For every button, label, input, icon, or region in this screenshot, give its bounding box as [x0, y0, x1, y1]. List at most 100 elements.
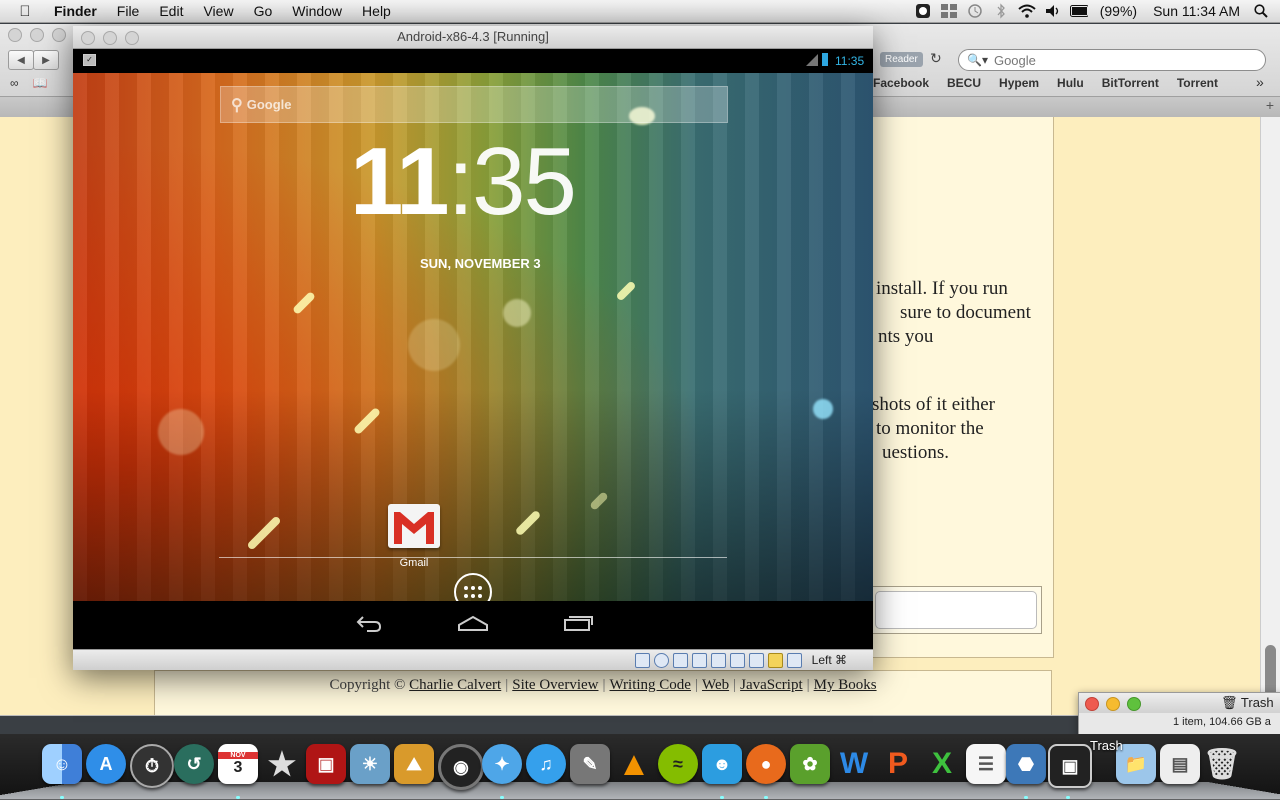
link-web[interactable]: Web	[702, 677, 729, 693]
keyboard-capture-icon[interactable]	[786, 652, 802, 668]
battery-icon[interactable]	[1069, 0, 1088, 22]
iphoto-icon[interactable]: ☀	[350, 744, 390, 784]
apps-grid-icon	[464, 586, 482, 598]
evernote-icon[interactable]: ✿	[790, 744, 830, 784]
bookmarks-book-icon[interactable]: 📖	[33, 76, 48, 90]
trash-zoom-button[interactable]	[1127, 697, 1141, 711]
textedit-icon[interactable]: ☰	[966, 744, 1006, 784]
bookmark-hulu[interactable]: Hulu	[1057, 76, 1084, 90]
spotlight-icon[interactable]	[1252, 0, 1270, 22]
android-clock-widget[interactable]: 11:35	[350, 127, 577, 237]
optical-drive-icon[interactable]	[653, 652, 669, 668]
itunes-icon[interactable]: ♫	[526, 744, 566, 784]
back-button[interactable]: ◀	[8, 50, 34, 70]
vertical-scrollbar[interactable]	[1260, 117, 1280, 715]
link-javascript[interactable]: JavaScript	[740, 677, 802, 693]
bookmark-bittorrent[interactable]: BitTorrent	[1102, 76, 1159, 90]
link-site-overview[interactable]: Site Overview	[512, 677, 598, 693]
spotify-icon[interactable]: ≈	[658, 744, 698, 784]
powerpoint-icon[interactable]: P	[878, 744, 918, 784]
video-capture-icon[interactable]	[748, 652, 764, 668]
android-status-bar[interactable]: ✓ 11:35	[73, 49, 873, 73]
script-editor-icon[interactable]: ✎	[570, 744, 610, 784]
vbox-minimize-button[interactable]	[103, 31, 117, 45]
android-google-search-bar[interactable]: ⚲ Google	[220, 86, 728, 123]
gmail-label: Gmail	[399, 557, 429, 569]
menu-help[interactable]: Help	[352, 0, 401, 22]
link-my-books[interactable]: My Books	[814, 677, 877, 693]
dashboard-icon[interactable]: ⏱	[130, 744, 174, 788]
link-writing-code[interactable]: Writing Code	[610, 677, 691, 693]
minimize-button[interactable]	[30, 28, 44, 42]
more-bookmarks-icon[interactable]: »	[1256, 74, 1264, 90]
excel-icon[interactable]: X	[922, 744, 962, 784]
new-tab-icon[interactable]: +	[1266, 97, 1274, 113]
preview-icon[interactable]: ⛰	[394, 744, 434, 784]
apple-menu-icon[interactable]: 	[14, 3, 36, 20]
trash-window-title: 🗑 Trash	[1221, 695, 1274, 710]
comment-input[interactable]	[875, 591, 1037, 629]
wifi-icon[interactable]	[1018, 0, 1036, 22]
network-icon[interactable]	[691, 652, 707, 668]
close-button[interactable]	[8, 28, 22, 42]
mouse-integration-icon[interactable]	[767, 652, 783, 668]
menu-edit[interactable]: Edit	[149, 0, 193, 22]
calendar-icon[interactable]: NOV 3	[218, 744, 258, 784]
screen-icon[interactable]: ▣	[1048, 744, 1092, 788]
hard-disk-icon[interactable]	[634, 652, 650, 668]
bookmark-hypem[interactable]: Hypem	[999, 76, 1039, 90]
trash-minimize-button[interactable]	[1106, 697, 1120, 711]
time-machine-icon[interactable]: ↺	[174, 744, 214, 784]
link-charlie-calvert[interactable]: Charlie Calvert	[409, 677, 501, 693]
imovie-icon[interactable]: ★	[262, 744, 302, 784]
spaces-icon[interactable]	[940, 0, 958, 22]
photo-booth-icon[interactable]: ▣	[306, 744, 346, 784]
vlc-icon[interactable]: ▲	[614, 744, 654, 784]
android-back-button[interactable]	[355, 613, 383, 639]
reader-button[interactable]: Reader	[880, 52, 923, 67]
android-search-label: Google	[246, 97, 292, 112]
vbox-titlebar[interactable]: Android-x86-4.3 [Running]	[73, 26, 873, 49]
menu-go[interactable]: Go	[244, 0, 283, 22]
messenger-icon[interactable]: ☻	[702, 744, 742, 784]
android-date: SUN, NOVEMBER 3	[420, 256, 541, 271]
documents-icon[interactable]: ▤	[1160, 744, 1200, 784]
menu-view[interactable]: View	[193, 0, 243, 22]
vbox-close-button[interactable]	[81, 31, 95, 45]
android-screen[interactable]: ✓ 11:35 ⚲ Google 11:35 SUN, NOVEMBER 3 G…	[73, 49, 873, 649]
menu-file[interactable]: File	[107, 0, 150, 22]
android-recents-button[interactable]	[563, 613, 593, 639]
shared-folders-icon[interactable]	[710, 652, 726, 668]
volume-icon[interactable]	[1044, 0, 1062, 22]
trash-icon[interactable]: 🗑	[1202, 744, 1242, 784]
menu-window[interactable]: Window	[282, 0, 352, 22]
reading-list-icon[interactable]: ∞	[10, 76, 19, 90]
trash-titlebar[interactable]: 🗑 Trash	[1079, 693, 1280, 713]
bookmark-facebook[interactable]: Facebook	[873, 76, 929, 90]
menu-finder[interactable]: Finder	[48, 0, 107, 22]
bluetooth-icon[interactable]	[992, 0, 1010, 22]
android-home-button[interactable]	[457, 613, 489, 639]
display-icon[interactable]	[729, 652, 745, 668]
virtualbox-icon[interactable]: ⬣	[1006, 744, 1046, 784]
usb-icon[interactable]	[672, 652, 688, 668]
reload-icon[interactable]: ↻	[930, 50, 942, 67]
trash-close-button[interactable]	[1085, 697, 1099, 711]
gmail-app-icon[interactable]	[388, 504, 440, 554]
notification-app-icon[interactable]	[914, 0, 932, 22]
bookmark-torrent[interactable]: Torrent	[1177, 76, 1218, 90]
bookmark-becu[interactable]: BECU	[947, 76, 981, 90]
firefox-icon[interactable]: ●	[746, 744, 786, 784]
menubar-clock[interactable]: Sun 11:34 AM	[1145, 0, 1248, 22]
safari-icon[interactable]: ✦	[482, 744, 522, 784]
vbox-zoom-button[interactable]	[125, 31, 139, 45]
google-search-field[interactable]: 🔍▾ Google	[958, 49, 1266, 71]
wallpaper-streak	[291, 290, 317, 316]
time-machine-status-icon[interactable]	[966, 0, 984, 22]
app-store-icon[interactable]: A	[86, 744, 126, 784]
finder-icon[interactable]: ☺	[42, 744, 82, 784]
camera-icon[interactable]: ◉	[438, 744, 484, 790]
zoom-button[interactable]	[52, 28, 66, 42]
forward-button[interactable]: ▶	[33, 50, 59, 70]
word-icon[interactable]: W	[834, 744, 874, 784]
